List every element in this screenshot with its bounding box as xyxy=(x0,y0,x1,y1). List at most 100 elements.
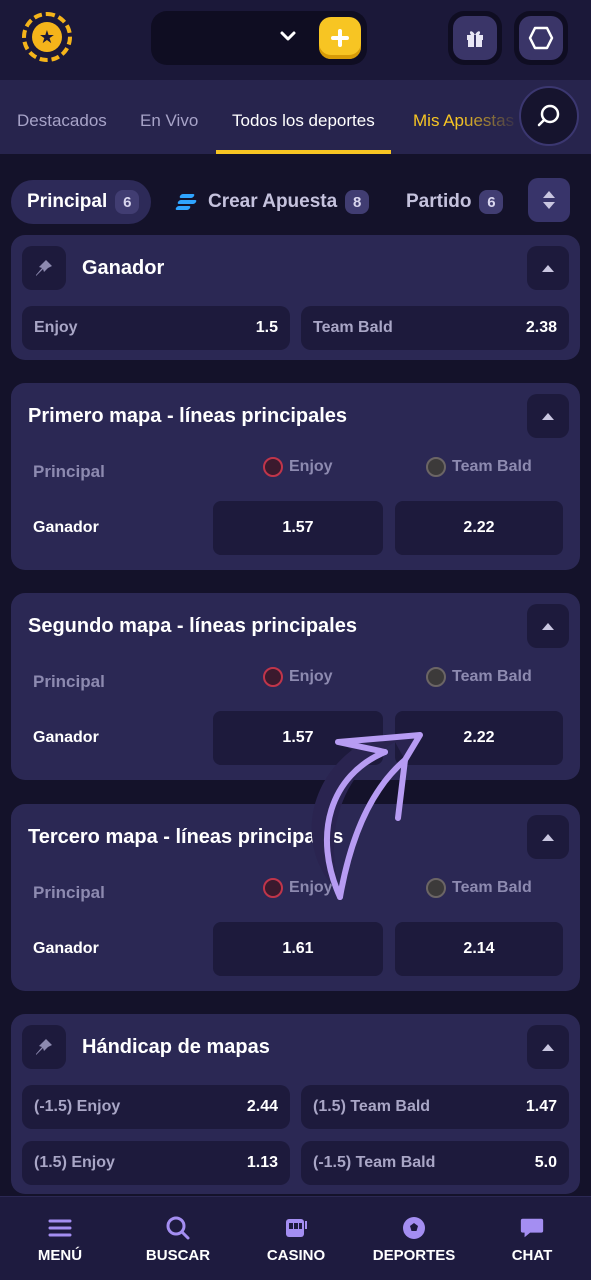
filter-partido-label: Partido xyxy=(406,191,472,212)
account-button[interactable] xyxy=(514,11,568,65)
market-card-map2: Segundo mapa - líneas principales Princi… xyxy=(11,593,580,780)
market-card-ganador: Ganador Enjoy 1.5 Team Bald 2.38 xyxy=(11,235,580,360)
team-header: Team Bald xyxy=(426,878,532,898)
team-logo-icon xyxy=(426,667,446,687)
outcome-odds: 1.57 xyxy=(282,519,314,536)
dota-icon xyxy=(263,457,283,477)
team-header: Team Bald xyxy=(426,667,532,687)
filter-crear-apuesta[interactable]: Crear Apuesta 8 xyxy=(174,180,370,224)
outcome-name: Enjoy xyxy=(34,319,78,336)
odds-button[interactable]: (-1.5) Team Bald 5.0 xyxy=(301,1141,569,1185)
odds-button[interactable]: (-1.5) Enjoy 2.44 xyxy=(22,1085,290,1129)
market-title: Hándicap de mapas xyxy=(82,1036,270,1058)
collapse-button[interactable] xyxy=(527,815,569,859)
logo[interactable]: ★ xyxy=(22,12,72,62)
odds-button[interactable]: (1.5) Team Bald 1.47 xyxy=(301,1085,569,1129)
outcome-name: Team Bald xyxy=(313,319,393,336)
outcome-name: (-1.5) Team Bald xyxy=(313,1154,436,1171)
outcome-odds: 1.57 xyxy=(282,729,314,746)
search-icon xyxy=(165,1215,191,1241)
pin-button[interactable] xyxy=(22,1025,66,1069)
chevron-up-icon xyxy=(542,264,554,272)
team-header: Enjoy xyxy=(263,667,333,687)
expand-collapse-all-button[interactable] xyxy=(528,178,570,222)
collapse-button[interactable] xyxy=(527,1025,569,1069)
team-name: Enjoy xyxy=(289,668,333,685)
filter-crear-apuesta-label: Crear Apuesta xyxy=(208,191,338,212)
nav-casino[interactable]: CASINO xyxy=(264,1197,328,1280)
tab-todos-los-deportes[interactable]: Todos los deportes xyxy=(216,80,391,154)
team-header: Enjoy xyxy=(263,457,333,477)
nav-chat[interactable]: CHAT xyxy=(506,1197,558,1280)
search-icon xyxy=(537,104,560,127)
slot-machine-icon xyxy=(283,1215,309,1241)
outcome-name: (-1.5) Enjoy xyxy=(34,1098,121,1115)
gift-button[interactable] xyxy=(448,11,502,65)
filter-partido-count: 6 xyxy=(479,190,504,214)
market-title: Ganador xyxy=(82,257,165,279)
market-card-map3: Tercero mapa - líneas principales Princi… xyxy=(11,804,580,991)
outcome-odds: 2.22 xyxy=(463,519,495,536)
nav-deportes[interactable]: DEPORTES xyxy=(373,1197,455,1280)
pin-button[interactable] xyxy=(22,246,66,290)
market-filter-row: Principal 6 Crear Apuesta 8 Partido 6 xyxy=(0,178,591,224)
chat-bubble-icon xyxy=(519,1215,545,1241)
section-label: Principal xyxy=(33,883,105,902)
row-label: Ganador xyxy=(33,940,99,957)
top-bar: ★ xyxy=(0,0,591,80)
odds-button[interactable]: Team Bald 2.38 xyxy=(301,306,569,350)
filter-crear-apuesta-count: 8 xyxy=(345,190,370,214)
team-name: Team Bald xyxy=(452,879,532,896)
dota-icon xyxy=(263,667,283,687)
odds-button[interactable]: 2.22 xyxy=(395,711,563,765)
section-label: Principal xyxy=(33,462,105,481)
row-label: Ganador xyxy=(33,729,99,746)
odds-button[interactable]: 1.61 xyxy=(213,922,383,976)
filter-principal-label: Principal xyxy=(27,191,108,212)
gift-icon xyxy=(467,31,483,47)
collapse-button[interactable] xyxy=(527,246,569,290)
market-title: Tercero mapa - líneas principales xyxy=(28,826,344,848)
chevron-down-icon xyxy=(543,202,555,209)
filter-principal-count: 6 xyxy=(115,190,140,214)
tab-destacados[interactable]: Destacados xyxy=(17,80,107,154)
nav-buscar[interactable]: BUSCAR xyxy=(146,1197,210,1280)
outcome-name: (1.5) Team Bald xyxy=(313,1098,431,1115)
team-logo-icon xyxy=(426,878,446,898)
nav-menu[interactable]: MENÚ xyxy=(34,1197,86,1280)
outcome-odds: 1.5 xyxy=(255,319,278,336)
outcome-odds: 2.38 xyxy=(525,319,557,336)
deposit-button[interactable] xyxy=(319,17,361,59)
chevron-down-icon[interactable] xyxy=(277,24,299,48)
outcome-odds: 2.14 xyxy=(463,940,495,957)
outcome-odds: 5.0 xyxy=(534,1154,557,1171)
odds-button[interactable]: Enjoy 1.5 xyxy=(22,306,290,350)
bet-builder-icon xyxy=(174,194,198,210)
tab-en-vivo[interactable]: En Vivo xyxy=(140,80,198,154)
team-logo-icon xyxy=(426,457,446,477)
search-button[interactable] xyxy=(519,86,579,146)
collapse-button[interactable] xyxy=(527,394,569,438)
odds-button[interactable]: 1.57 xyxy=(213,711,383,765)
chevron-up-icon xyxy=(542,833,554,841)
filter-partido[interactable]: Partido 6 xyxy=(406,180,504,224)
odds-button[interactable]: 1.57 xyxy=(213,501,383,555)
pin-icon xyxy=(36,1039,52,1055)
outcome-name: (1.5) Enjoy xyxy=(34,1154,115,1171)
odds-button[interactable]: 2.22 xyxy=(395,501,563,555)
balance-selector[interactable] xyxy=(151,11,367,65)
hexagon-icon xyxy=(528,26,554,50)
odds-button[interactable]: 2.14 xyxy=(395,922,563,976)
team-header: Enjoy xyxy=(263,878,333,898)
filter-principal[interactable]: Principal 6 xyxy=(11,180,152,224)
hamburger-icon xyxy=(47,1215,73,1241)
team-name: Team Bald xyxy=(452,458,532,475)
collapse-button[interactable] xyxy=(527,604,569,648)
nav-label: CHAT xyxy=(511,1246,553,1264)
nav-label: BUSCAR xyxy=(145,1246,211,1264)
market-card-map1: Primero mapa - líneas principales Princi… xyxy=(11,383,580,570)
plus-icon xyxy=(331,29,349,47)
nav-label: CASINO xyxy=(266,1246,326,1264)
outcome-odds: 2.22 xyxy=(463,729,495,746)
odds-button[interactable]: (1.5) Enjoy 1.13 xyxy=(22,1141,290,1185)
